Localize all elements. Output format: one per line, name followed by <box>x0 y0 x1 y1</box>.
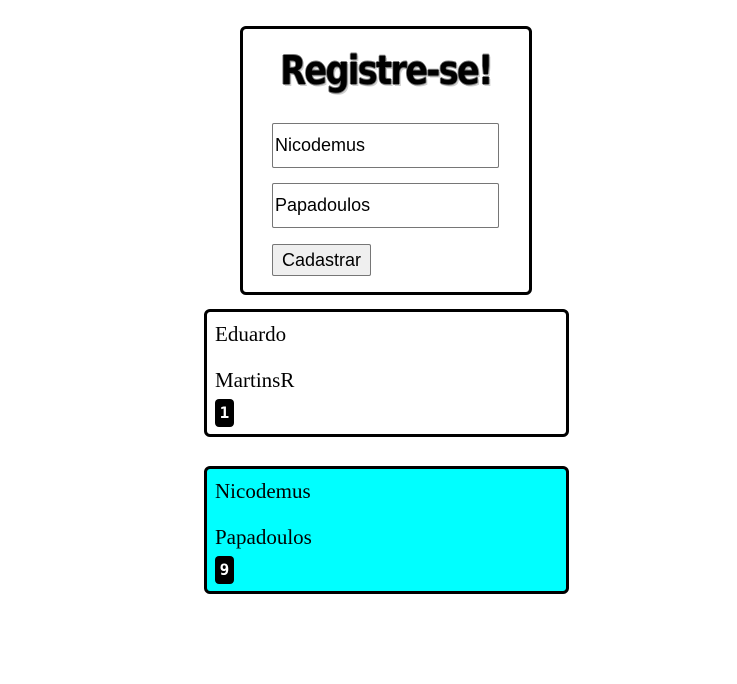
first-name-input[interactable] <box>272 123 499 168</box>
last-name-input[interactable] <box>272 183 499 228</box>
user-card: Eduardo MartinsR 1 <box>204 309 569 437</box>
register-title: Registre-se! <box>280 48 493 94</box>
user-first-name: Nicodemus <box>215 479 311 503</box>
user-last-name: MartinsR <box>215 368 295 392</box>
user-first-name: Eduardo <box>215 322 287 346</box>
register-form-card: Registre-se! Cadastrar <box>240 26 532 295</box>
user-id-badge: 9 <box>215 556 234 584</box>
user-card: Nicodemus Papadoulos 9 <box>204 466 569 594</box>
user-id-badge: 1 <box>215 399 234 427</box>
register-button[interactable]: Cadastrar <box>272 244 371 276</box>
user-last-name: Papadoulos <box>215 525 312 549</box>
